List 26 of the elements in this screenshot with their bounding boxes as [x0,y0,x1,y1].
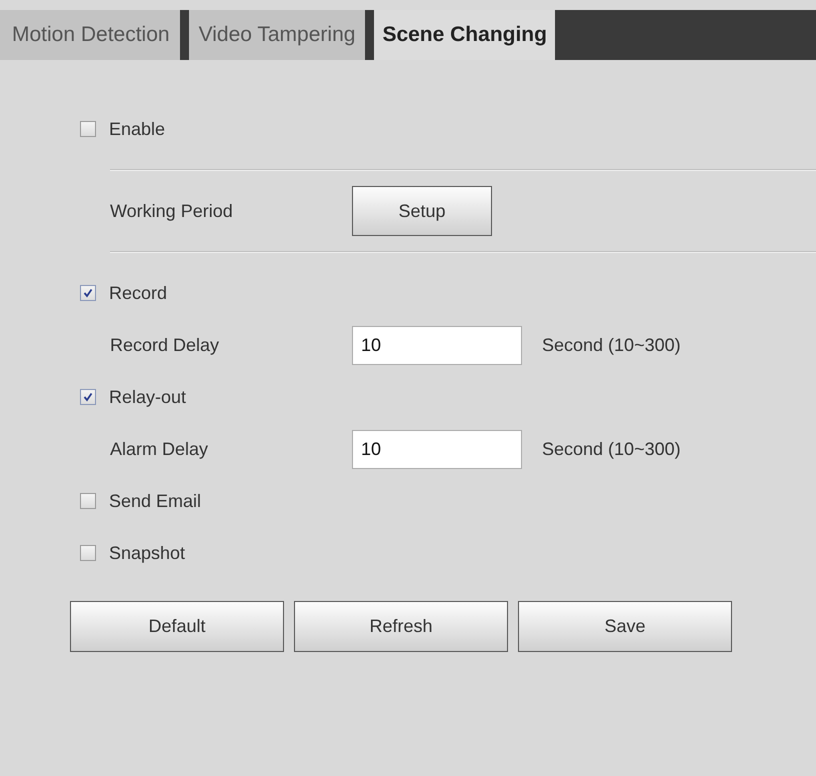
checkbox[interactable] [80,493,96,509]
unit-label: Second (10~300) [542,438,681,460]
action-button[interactable]: Save [518,601,732,652]
action-button[interactable]: Refresh [294,601,508,652]
tab[interactable]: Video Tampering [188,10,366,60]
input-field[interactable]: 10 [352,430,522,468]
checkbox-label: Send Email [109,490,202,512]
checkmark-icon [83,392,93,402]
checkmark-icon [83,288,93,298]
field-label: Record Delay [110,334,220,356]
checkbox[interactable] [80,545,96,561]
setup-button[interactable]: Setup [352,186,492,236]
checkbox-label: Relay-out [109,386,186,408]
checkbox[interactable] [80,285,96,301]
checkbox-label: Snapshot [109,542,186,564]
tab[interactable]: Motion Detection [0,10,180,60]
input-field[interactable]: 10 [352,326,522,364]
checkbox[interactable] [80,121,96,137]
field-label: Working Period [110,200,234,222]
field-label: Alarm Delay [110,438,210,460]
tab[interactable]: Scene Changing [374,10,555,60]
unit-label: Second (10~300) [542,334,681,356]
checkbox[interactable] [80,389,96,405]
checkbox-label: Enable [109,118,166,140]
checkbox-label: Record [109,282,168,304]
action-button[interactable]: Default [70,601,284,652]
